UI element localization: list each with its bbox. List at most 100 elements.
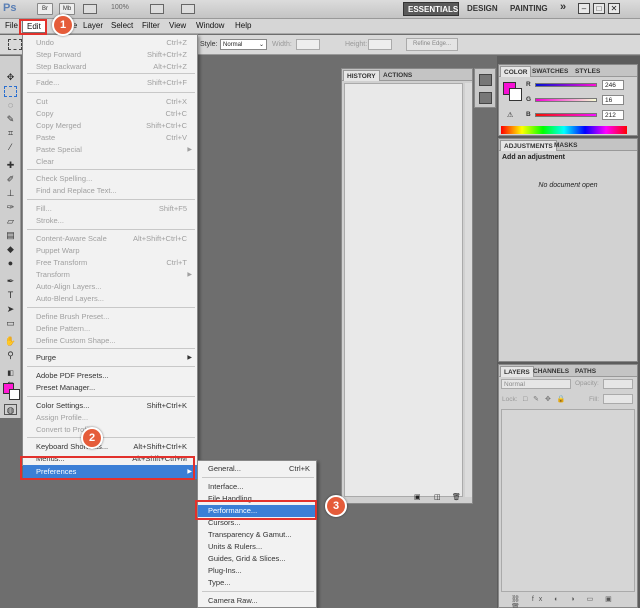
blend-mode-select[interactable]: Normal [501, 379, 571, 389]
prefs-item-transparency-gamut[interactable]: Transparency & Gamut... [198, 529, 316, 541]
rectangular-marquee-tool-icon[interactable] [4, 86, 17, 97]
menu-item-clear[interactable]: Clear [23, 156, 197, 168]
blue-slider[interactable] [535, 113, 597, 117]
dodge-tool-icon[interactable]: ● [4, 258, 17, 269]
history-scrollbar[interactable] [465, 83, 472, 497]
menu-item-copy-merged[interactable]: Copy Merged Shift+Ctrl+C [23, 120, 197, 132]
prefs-item-interface[interactable]: Interface... [198, 481, 316, 493]
opacity-field[interactable] [603, 379, 633, 389]
menu-window[interactable]: Window [196, 21, 224, 30]
menu-item-fade[interactable]: Fade... Shift+Ctrl+F [23, 77, 197, 89]
arrange-documents-icon[interactable] [150, 4, 164, 14]
zoom-level[interactable]: 100% [111, 4, 129, 11]
trash-icon[interactable]: 🗑 [452, 493, 461, 501]
menu-item-auto-align-layers[interactable]: Auto-Align Layers... [23, 281, 197, 293]
prefs-item-general[interactable]: General... Ctrl+K [198, 463, 316, 475]
menu-help[interactable]: Help [235, 21, 251, 30]
menu-item-find-and-replace-text[interactable]: Find and Replace Text... [23, 185, 197, 197]
menu-item-stroke[interactable]: Stroke... [23, 215, 197, 227]
menu-item-transform[interactable]: Transform ▶ [23, 269, 197, 281]
tab-styles[interactable]: STYLES [572, 66, 603, 77]
tab-history[interactable]: HISTORY [343, 70, 380, 81]
crop-tool-icon[interactable]: ⌗ [4, 128, 17, 139]
menu-item-free-transform[interactable]: Free Transform Ctrl+T [23, 257, 197, 269]
new-document-icon[interactable]: ▣ [414, 493, 421, 501]
blue-value-field[interactable]: 212 [602, 110, 624, 120]
prefs-item-plug-ins[interactable]: Plug-Ins... [198, 565, 316, 577]
refine-edge-button[interactable]: Refine Edge... [406, 38, 458, 51]
path-selection-tool-icon[interactable]: ➤ [4, 304, 17, 315]
move-tool-icon[interactable]: ✥ [4, 72, 17, 83]
tab-channels[interactable]: CHANNELS [530, 366, 572, 377]
prefs-item-units-rulers[interactable]: Units & Rulers... [198, 541, 316, 553]
green-value-field[interactable]: 16 [602, 95, 624, 105]
menu-item-auto-blend-layers[interactable]: Auto-Blend Layers... [23, 293, 197, 305]
menu-filter[interactable]: Filter [142, 21, 160, 30]
background-color-swatch[interactable] [9, 389, 20, 400]
spot-healing-tool-icon[interactable]: ✚ [4, 160, 17, 171]
menu-item-paste[interactable]: Paste Ctrl+V [23, 132, 197, 144]
height-field[interactable] [368, 39, 392, 50]
menu-item-check-spelling[interactable]: Check Spelling... [23, 173, 197, 185]
menu-item-define-brush-preset[interactable]: Define Brush Preset... [23, 311, 197, 323]
workspace-essentials-button[interactable]: ESSENTIALS [403, 2, 459, 16]
style-select[interactable]: Normal ⌄ [220, 39, 267, 50]
history-panel-icon[interactable] [479, 74, 492, 86]
menu-item-paste-special[interactable]: Paste Special ▶ [23, 144, 197, 156]
new-snapshot-icon[interactable]: ◫ [434, 493, 441, 501]
prefs-item-guides-grid-slices[interactable]: Guides, Grid & Slices... [198, 553, 316, 565]
tab-swatches[interactable]: SWATCHES [529, 66, 571, 77]
actions-panel-icon[interactable] [479, 92, 492, 104]
lasso-tool-icon[interactable]: ◌ [4, 100, 17, 111]
brush-tool-icon[interactable]: ✐ [4, 174, 17, 185]
zoom-tool-icon[interactable]: ⚲ [4, 350, 17, 361]
tab-adjustments[interactable]: ADJUSTMENTS [500, 140, 557, 151]
gamut-warning-icon[interactable]: ⚠ [507, 111, 513, 119]
menu-item-keyboard-shortcuts[interactable]: Keyboard Shortcuts... Alt+Shift+Ctrl+K [23, 441, 197, 453]
menu-item-puppet-warp[interactable]: Puppet Warp [23, 245, 197, 257]
menu-file[interactable]: File [5, 21, 18, 30]
history-brush-tool-icon[interactable]: ✑ [4, 202, 17, 213]
tab-color[interactable]: COLOR [500, 66, 532, 77]
menu-item-fill[interactable]: Fill... Shift+F5 [23, 203, 197, 215]
maximize-icon[interactable]: □ [593, 3, 605, 14]
menu-layer[interactable]: Layer [83, 21, 103, 30]
menu-item-copy[interactable]: Copy Ctrl+C [23, 108, 197, 120]
view-extras-icon[interactable] [83, 4, 97, 14]
fill-field[interactable] [603, 394, 633, 404]
rectangle-tool-icon[interactable]: ▭ [4, 318, 17, 329]
close-icon[interactable]: ✕ [608, 3, 620, 14]
lock-icons[interactable]: □ ✎ ✥ 🔒 [523, 395, 568, 403]
workspace-design-button[interactable]: DESIGN [463, 2, 502, 16]
menu-item-assign-profile[interactable]: Assign Profile... [23, 412, 197, 424]
tab-masks[interactable]: MASKS [551, 140, 580, 151]
menu-item-cut[interactable]: Cut Ctrl+X [23, 96, 197, 108]
tab-layers[interactable]: LAYERS [500, 366, 534, 377]
menu-item-content-aware-scale[interactable]: Content-Aware Scale Alt+Shift+Ctrl+C [23, 233, 197, 245]
menu-item-color-settings[interactable]: Color Settings... Shift+Ctrl+K [23, 400, 197, 412]
pen-tool-icon[interactable]: ✒ [4, 276, 17, 287]
type-tool-icon[interactable]: T [4, 290, 17, 301]
menu-item-adobe-pdf-presets[interactable]: Adobe PDF Presets... [23, 370, 197, 382]
marquee-tool-preset-icon[interactable] [8, 39, 22, 50]
menu-item-convert-to-profile[interactable]: Convert to Profile... [23, 424, 197, 436]
menu-item-undo[interactable]: Undo Ctrl+Z [23, 37, 197, 49]
prefs-item-camera-raw[interactable]: Camera Raw... [198, 595, 316, 607]
clone-stamp-tool-icon[interactable]: ⊥ [4, 188, 17, 199]
workspace-painting-button[interactable]: PAINTING [506, 2, 552, 16]
menu-item-define-custom-shape[interactable]: Define Custom Shape... [23, 335, 197, 347]
more-workspaces-icon[interactable]: » [556, 0, 570, 14]
menu-item-preset-manager[interactable]: Preset Manager... [23, 382, 197, 394]
menu-view[interactable]: View [169, 21, 186, 30]
menu-item-purge[interactable]: Purge ▶ [23, 352, 197, 364]
blur-tool-icon[interactable]: ◆ [4, 244, 17, 255]
menu-item-step-forward[interactable]: Step Forward Shift+Ctrl+Z [23, 49, 197, 61]
red-value-field[interactable]: 246 [602, 80, 624, 90]
width-field[interactable] [296, 39, 320, 50]
bridge-icon[interactable]: Br [37, 3, 53, 15]
gradient-tool-icon[interactable]: ▤ [4, 230, 17, 241]
color-spectrum-bar[interactable] [501, 126, 627, 134]
minimize-icon[interactable]: – [578, 3, 590, 14]
hand-tool-icon[interactable]: ✋ [4, 336, 17, 347]
prefs-item-type[interactable]: Type... [198, 577, 316, 589]
